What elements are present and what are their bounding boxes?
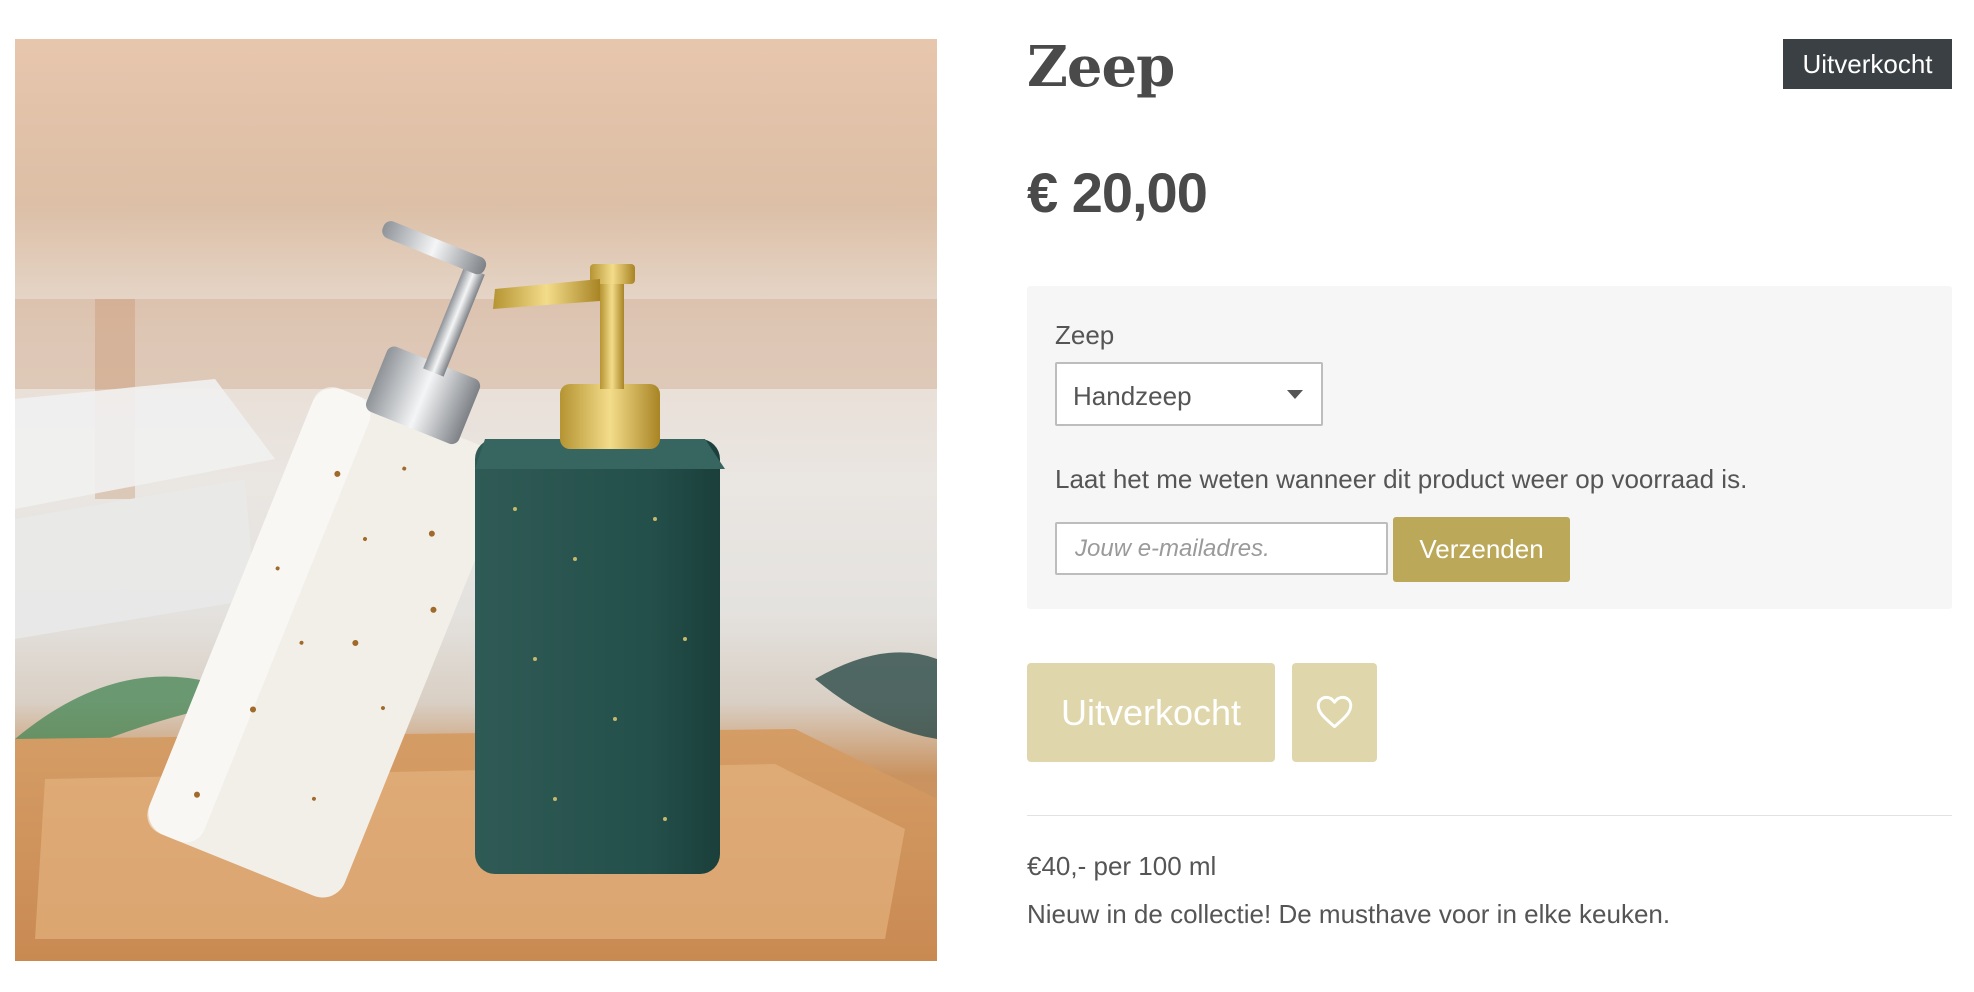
wishlist-button[interactable] [1292, 663, 1377, 762]
sold-out-button[interactable]: Uitverkocht [1027, 663, 1275, 762]
product-price: € 20,00 [1027, 161, 1208, 224]
variant-selected-value: Handzeep [1073, 381, 1192, 411]
variant-label: Zeep [1055, 320, 1115, 350]
chevron-down-icon [1287, 390, 1303, 399]
send-button[interactable]: Verzenden [1393, 517, 1570, 582]
variant-select[interactable]: Handzeep [1055, 362, 1323, 426]
back-in-stock-text: Laat het me weten wanneer dit product we… [1055, 464, 1748, 494]
product-options-panel: Zeep Handzeep Laat het me weten wanneer … [1027, 286, 1952, 609]
soap-dispensers-photo [15, 221, 937, 961]
product-description: Nieuw in de collectie! De musthave voor … [1027, 899, 1671, 929]
sold-out-badge: Uitverkocht [1783, 39, 1952, 89]
product-title: Zeep [1027, 34, 1175, 100]
unit-price-text: €40,- per 100 ml [1027, 851, 1217, 881]
heart-icon [1316, 695, 1353, 729]
product-image[interactable] [15, 39, 937, 961]
divider [1027, 815, 1952, 816]
email-field[interactable] [1055, 522, 1388, 575]
